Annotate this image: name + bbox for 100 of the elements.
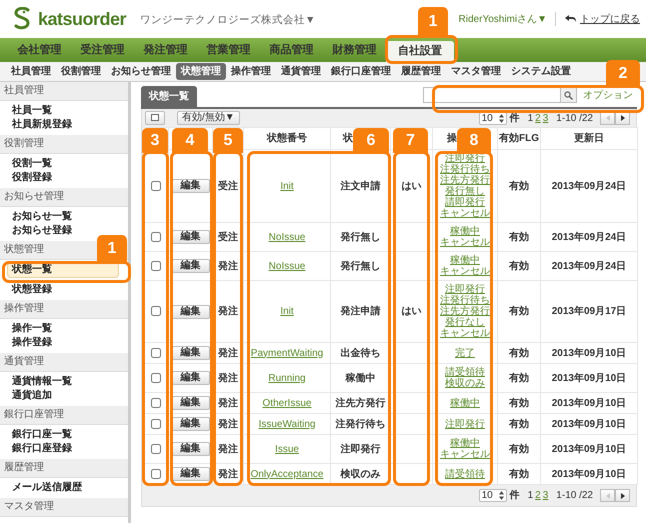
search-button[interactable] <box>561 87 577 103</box>
edit-button[interactable]: 編集 <box>172 467 210 481</box>
operation-link[interactable]: 稼働中 <box>434 255 496 266</box>
table-cell: 有効 <box>509 398 529 408</box>
sidebar-item[interactable]: 銀行口座一覧 <box>0 428 128 442</box>
operation-link[interactable]: 検収のみ <box>434 378 496 389</box>
callout-number: 1 <box>97 235 127 263</box>
operation-link[interactable]: 注即発行 <box>434 284 496 295</box>
edit-button[interactable]: 編集 <box>172 259 210 273</box>
sidebar-item[interactable]: 操作一覧 <box>0 322 128 336</box>
row-checkbox[interactable] <box>150 398 160 408</box>
code-link[interactable]: Init <box>245 180 329 192</box>
subnav-tab[interactable]: 操作管理 <box>226 63 276 80</box>
table-cell: 発行無し <box>340 232 380 242</box>
row-checkbox[interactable] <box>150 444 160 454</box>
row-checkbox[interactable] <box>150 306 160 316</box>
edit-button[interactable]: 編集 <box>172 396 210 410</box>
table-cell: 発行無し <box>340 260 380 272</box>
row-checkbox[interactable] <box>150 372 160 383</box>
sidebar-item[interactable]: 操作登録 <box>0 336 128 350</box>
page-link[interactable]: 1 <box>528 112 534 124</box>
row-checkbox[interactable] <box>150 232 160 242</box>
toggle-menu-button[interactable]: 有効/無効▼ <box>177 111 240 125</box>
subnav-tab[interactable]: システム設置 <box>506 63 576 80</box>
edit-button[interactable]: 編集 <box>172 346 210 360</box>
operation-link[interactable]: 注先方発行 <box>434 175 496 186</box>
subnav-tab[interactable]: 銀行口座管理 <box>326 63 396 80</box>
edit-button[interactable]: 編集 <box>172 304 210 318</box>
nav-tab[interactable]: 財務管理 <box>323 38 386 62</box>
page-link[interactable]: 1 <box>528 490 534 501</box>
operation-link[interactable]: キャンセル <box>434 266 496 277</box>
table-cell: 2013年09月24日 <box>552 232 626 242</box>
operation-link[interactable]: キャンセル <box>434 237 496 248</box>
sidebar-item[interactable]: お知らせ登録 <box>0 224 128 238</box>
sidebar-item[interactable]: 通貨情報一覧 <box>0 375 128 389</box>
sidebar-item[interactable]: 社員一覧 <box>0 104 128 118</box>
nav-tab[interactable]: 商品管理 <box>260 38 323 62</box>
operation-link[interactable]: キャンセル <box>434 208 496 219</box>
operation-link[interactable]: 発行なし <box>434 317 496 328</box>
edit-button[interactable]: 編集 <box>172 179 210 193</box>
row-checkbox[interactable] <box>150 418 160 429</box>
operation-link[interactable]: 発行無し <box>434 186 496 197</box>
edit-button[interactable]: 編集 <box>172 230 210 244</box>
sidebar-item[interactable]: 状態登録 <box>0 283 128 297</box>
operation-link[interactable]: 稼働中 <box>434 226 496 237</box>
edit-button[interactable]: 編集 <box>172 371 210 385</box>
search-field[interactable] <box>423 87 561 103</box>
edit-button[interactable]: 編集 <box>172 417 210 431</box>
sidebar-heading: マスタ管理 <box>0 498 128 517</box>
subnav-tab[interactable]: 通貨管理 <box>276 63 326 80</box>
row-checkbox[interactable] <box>150 468 160 479</box>
subnav-tab[interactable]: 状態管理 <box>176 63 226 80</box>
row-checkbox[interactable] <box>150 180 160 191</box>
home-link[interactable]: トップに戻る <box>580 12 640 26</box>
table-cell: 検収のみ <box>340 468 380 480</box>
subnav-tab[interactable]: 役割管理 <box>56 63 106 80</box>
page-link[interactable]: 2 <box>535 490 541 501</box>
operation-link[interactable]: 請受領待 <box>434 367 496 378</box>
nav-tab[interactable]: 営業管理 <box>197 38 260 62</box>
nav-tab[interactable]: 受注管理 <box>71 38 134 62</box>
code-link[interactable]: Init <box>245 306 329 317</box>
next-page-button[interactable] <box>615 489 630 502</box>
operation-link[interactable]: 請即発行 <box>434 197 496 208</box>
sidebar-heading: 履歴管理 <box>0 459 128 478</box>
subnav-tab[interactable]: お知らせ管理 <box>106 63 176 80</box>
sidebar-item[interactable]: メール送信履歴 <box>0 481 128 495</box>
page-link[interactable]: 2 <box>535 112 541 124</box>
page-link[interactable]: 3 <box>542 490 548 501</box>
operation-link[interactable]: 稼働中 <box>434 438 496 449</box>
sidebar-item[interactable]: 役割登録 <box>0 171 128 185</box>
operation-link[interactable]: キャンセル <box>434 449 496 460</box>
company-menu[interactable]: ワンジーテクノロジーズ株式会社▼ <box>140 13 316 29</box>
page-size-select[interactable]: 10 <box>478 489 507 502</box>
edit-button[interactable]: 編集 <box>172 442 210 456</box>
operation-link[interactable]: 注先方発行 <box>434 306 496 317</box>
sidebar-item[interactable]: 社員新規登録 <box>0 118 128 132</box>
table-cell: 2013年09月10日 <box>552 348 626 358</box>
nav-tab[interactable]: 自社設置 <box>386 41 454 62</box>
sidebar-item[interactable]: 状態一覧 <box>8 263 118 277</box>
subnav-tab[interactable]: 履歴管理 <box>396 63 446 80</box>
row-checkbox[interactable] <box>150 348 160 358</box>
nav-tab[interactable]: 発注管理 <box>134 38 197 62</box>
operation-link[interactable]: キャンセル <box>434 328 496 339</box>
sidebar-heading: 銀行口座管理 <box>0 406 128 425</box>
subnav-tab[interactable]: マスタ管理 <box>446 63 506 80</box>
subnav-tab[interactable]: 社員管理 <box>6 63 56 80</box>
sidebar-item[interactable]: 銀行口座登録 <box>0 442 128 456</box>
table-cell: 稼働中 <box>346 372 376 384</box>
options-link[interactable]: オプション <box>583 88 633 102</box>
panel-tab[interactable]: 状態一覧 <box>141 86 197 107</box>
user-menu[interactable]: RiderYoshimiさん▼ <box>458 12 547 26</box>
nav-tab[interactable]: 会社管理 <box>8 38 71 62</box>
sidebar-item[interactable]: お知らせ一覧 <box>0 210 128 224</box>
sidebar-item[interactable]: 役割一覧 <box>0 157 128 171</box>
operation-link[interactable]: 注発行待ち <box>434 295 496 306</box>
page-link[interactable]: 3 <box>542 112 548 124</box>
row-checkbox[interactable] <box>150 260 160 271</box>
select-all-button[interactable] <box>145 111 165 125</box>
operation-link[interactable]: 注発行待ち <box>434 164 496 175</box>
sidebar-item[interactable]: 通貨追加 <box>0 389 128 403</box>
